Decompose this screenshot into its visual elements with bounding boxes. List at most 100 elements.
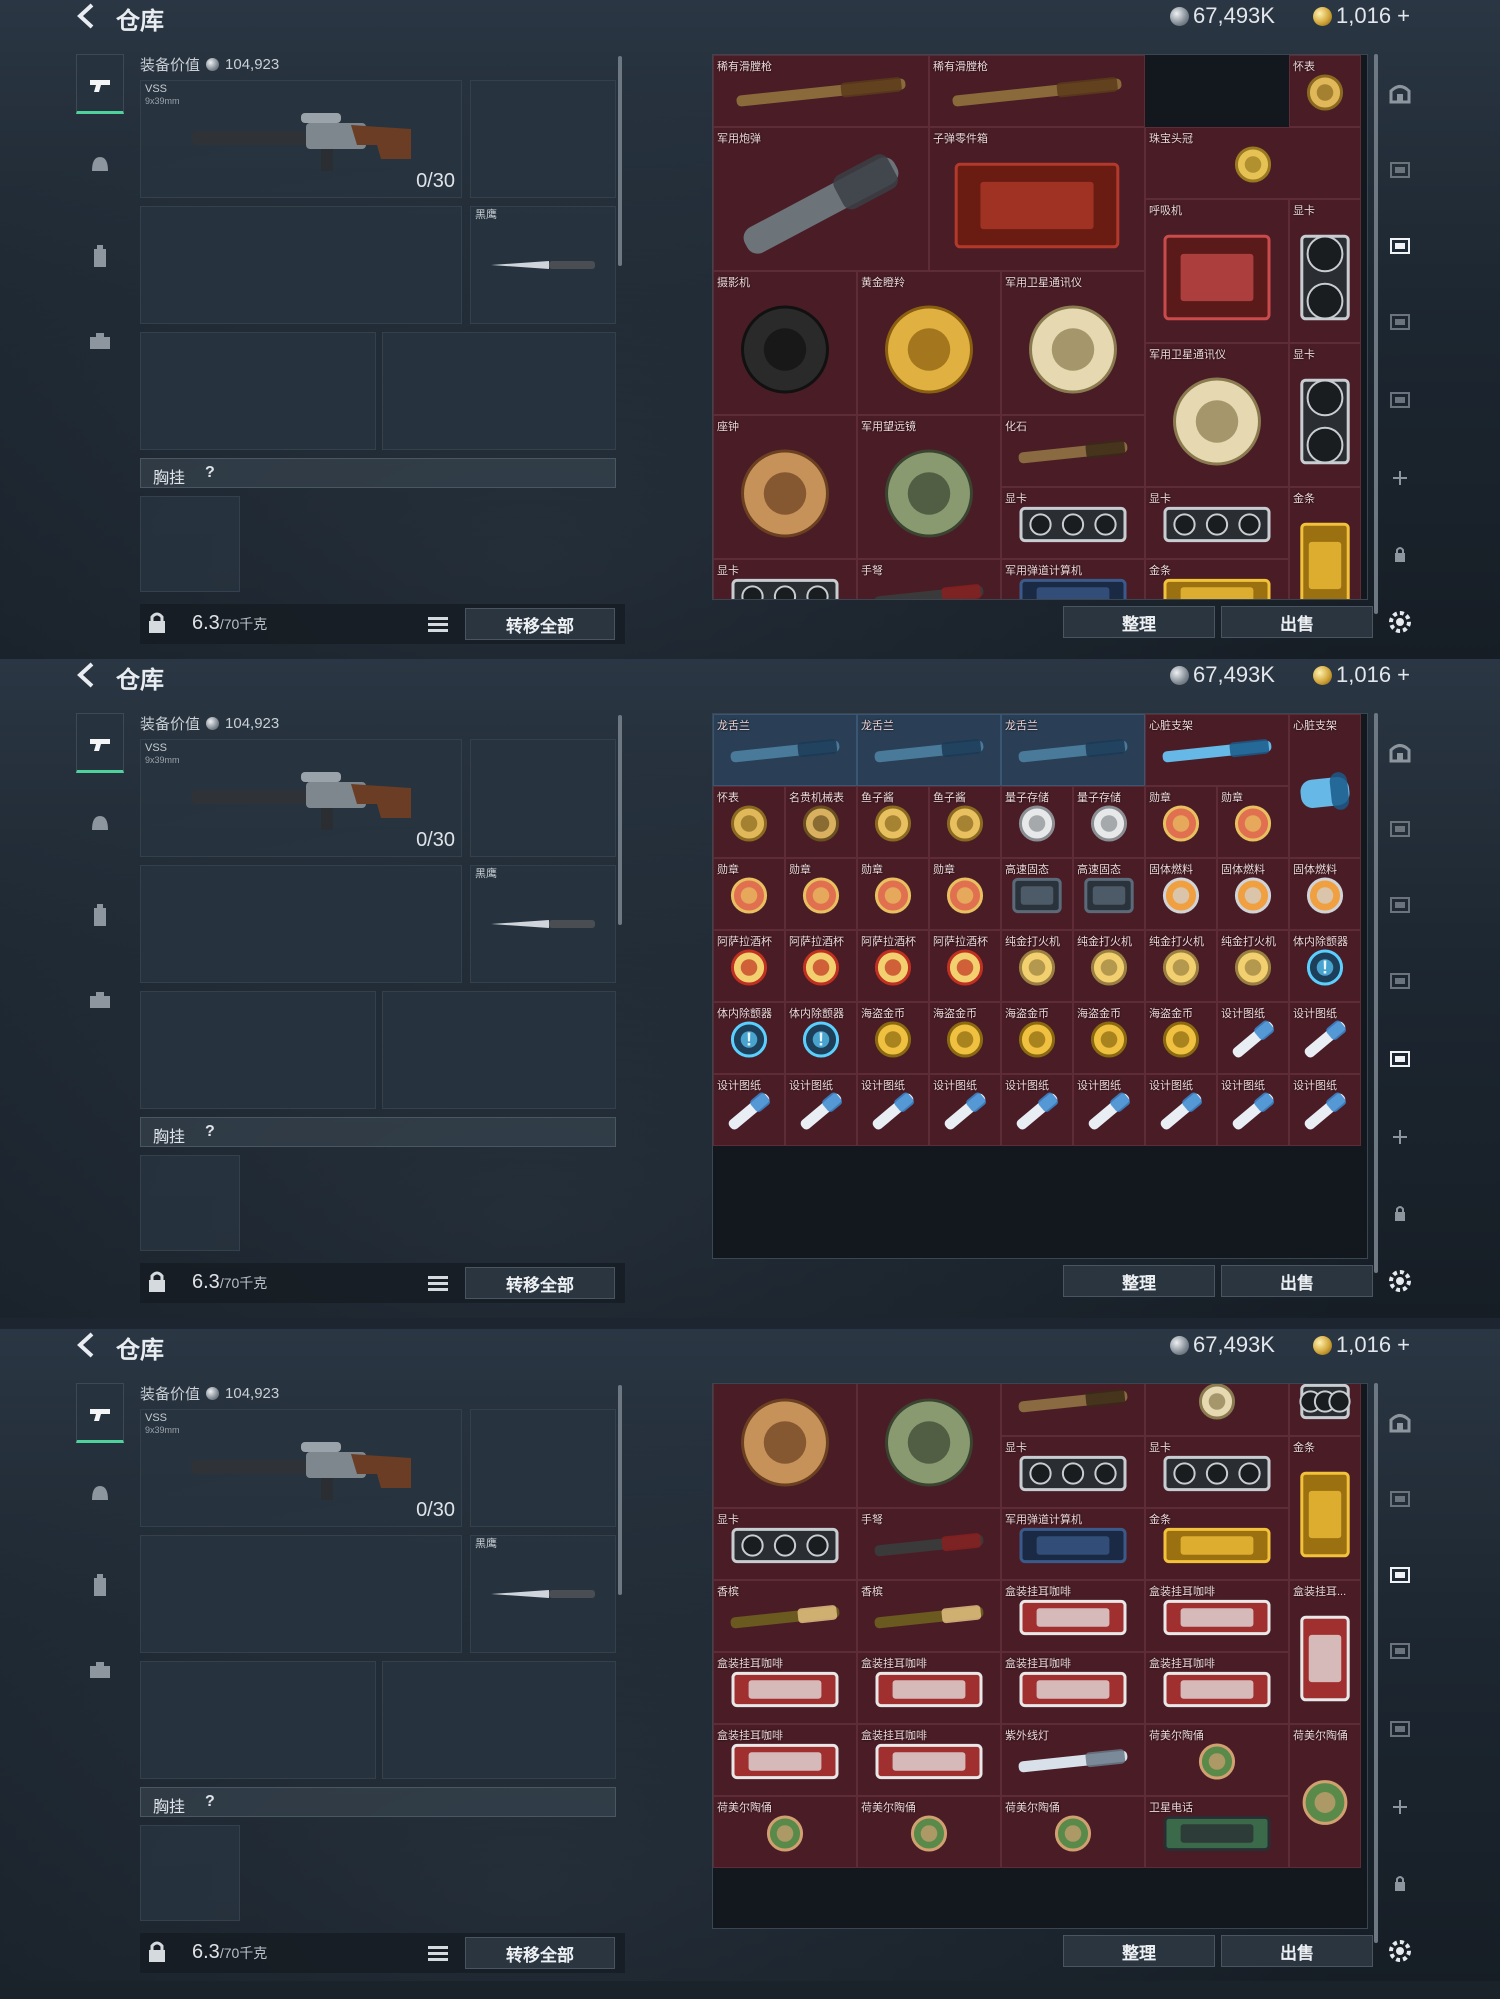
storage-tab-5-button[interactable] (1382, 382, 1418, 418)
item-cell[interactable]: 海盗金币 (1001, 1002, 1073, 1074)
gold-currency[interactable]: 1,016 + (1313, 3, 1410, 29)
item-cell[interactable]: 设计图纸 (857, 1074, 929, 1146)
transfer-all-button[interactable]: 转移全部 (465, 1937, 615, 1969)
storage-tab-4-button[interactable] (1382, 304, 1418, 340)
helmet-slot[interactable] (140, 991, 376, 1109)
item-cell[interactable]: 显卡 (1145, 1436, 1289, 1508)
transfer-all-button[interactable]: 转移全部 (465, 1267, 615, 1299)
item-cell[interactable]: 量子存储 (1001, 786, 1073, 858)
back-button[interactable] (72, 2, 102, 30)
item-cell[interactable]: 盒装挂耳咖啡 (713, 1652, 857, 1724)
item-cell[interactable]: 龙舌兰 (713, 714, 857, 786)
grid-scrollbar[interactable] (1374, 54, 1378, 614)
item-cell[interactable]: 显卡 (1001, 1436, 1145, 1508)
melee-slot[interactable]: 黑鹰 (470, 1535, 616, 1653)
vault-button[interactable] (1382, 76, 1418, 112)
gold-currency[interactable]: 1,016 + (1313, 662, 1410, 688)
case-tab[interactable] (76, 310, 124, 370)
item-cell[interactable]: 体内除颤器! (1289, 930, 1361, 1002)
item-cell[interactable]: 显卡 (1289, 199, 1361, 343)
item-cell[interactable]: 显卡 (713, 1508, 857, 1580)
item-cell[interactable]: 盒装挂耳咖啡 (857, 1652, 1001, 1724)
item-cell[interactable]: 设计图纸 (1073, 1074, 1145, 1146)
item-cell[interactable]: 阿萨拉酒杯 (857, 930, 929, 1002)
item-cell[interactable]: 盒装挂耳咖啡 (1001, 1580, 1145, 1652)
item-cell[interactable]: 纯金打火机 (1217, 930, 1289, 1002)
secondary-weapon-slot[interactable] (140, 865, 462, 983)
silver-currency[interactable]: 67,493K (1170, 3, 1275, 29)
item-cell[interactable]: 珠宝头冠 (1145, 127, 1361, 199)
item-cell[interactable]: 海盗金币 (1145, 1002, 1217, 1074)
sort-button[interactable]: 整理 (1063, 606, 1215, 638)
loadout-scrollbar[interactable] (618, 715, 622, 925)
item-cell[interactable]: 金条 (1145, 559, 1289, 599)
chest-rig-slot[interactable] (140, 1155, 240, 1251)
item-cell[interactable]: 盒装挂耳... (1289, 1580, 1361, 1724)
item-cell[interactable]: 设计图纸 (929, 1074, 1001, 1146)
item-cell[interactable]: 固体燃料 (1289, 858, 1361, 930)
item-cell[interactable]: 香槟 (713, 1580, 857, 1652)
primary-weapon-slot[interactable]: VSS 9x39mm 0/30 (140, 739, 462, 857)
item-cell[interactable]: 荷美尔陶俑 (857, 1796, 1001, 1868)
item-cell[interactable]: 稀有滑膛枪 (713, 55, 929, 127)
item-cell[interactable]: 高速固态 (1073, 858, 1145, 930)
storage-tab-2-button[interactable] (1382, 1481, 1418, 1517)
item-cell[interactable]: 盒装挂耳咖啡 (713, 1724, 857, 1796)
item-cell[interactable]: 盒装挂耳咖啡 (1145, 1580, 1289, 1652)
item-cell[interactable]: 稀有滑膛枪 (929, 55, 1145, 127)
item-cell[interactable]: 化石 (1001, 415, 1145, 487)
help-icon[interactable]: ? (205, 1793, 215, 1811)
chest-rig-slot[interactable] (140, 496, 240, 592)
chest-rig-slot[interactable] (140, 1825, 240, 1921)
settings-button[interactable] (1382, 604, 1418, 640)
item-cell[interactable]: 鱼子酱 (857, 786, 929, 858)
storage-tab-3-button[interactable] (1382, 228, 1418, 264)
item-cell[interactable]: 黄金瞪羚 (857, 271, 1001, 415)
item-cell[interactable]: 固体燃料 (1145, 858, 1217, 930)
loadout-scrollbar[interactable] (618, 56, 622, 266)
item-cell[interactable]: 荷美尔陶俑 (1145, 1724, 1289, 1796)
item-cell[interactable]: 设计图纸 (1001, 1074, 1073, 1146)
item-cell[interactable]: 呼吸机 (1145, 199, 1289, 343)
weapon-tab[interactable] (76, 54, 124, 114)
silver-currency[interactable]: 67,493K (1170, 662, 1275, 688)
melee-slot[interactable]: 黑鹰 (470, 865, 616, 983)
storage-tab-2-button[interactable] (1382, 811, 1418, 847)
item-cell[interactable]: 盒装挂耳咖啡 (1001, 1652, 1145, 1724)
item-cell[interactable]: 设计图纸 (1217, 1074, 1289, 1146)
item-cell[interactable]: 勋章 (785, 858, 857, 930)
backpack-tab[interactable] (76, 1555, 124, 1615)
lock-button[interactable] (1382, 1865, 1418, 1901)
add-currency-icon[interactable]: + (1397, 3, 1410, 29)
helmet-slot[interactable] (140, 1661, 376, 1779)
settings-button[interactable] (1382, 1263, 1418, 1299)
item-cell[interactable]: 高速固态 (1001, 858, 1073, 930)
item-cell[interactable]: 阿萨拉酒杯 (929, 930, 1001, 1002)
item-cell[interactable]: 手弩 (857, 559, 1001, 599)
storage-tab-3-button[interactable] (1382, 1557, 1418, 1593)
lock-button[interactable] (1382, 536, 1418, 572)
list-view-icon[interactable] (425, 612, 451, 636)
item-cell[interactable]: 军用望远镜 (857, 1384, 1001, 1508)
item-cell[interactable]: 设计图纸 (1217, 1002, 1289, 1074)
item-cell[interactable]: 荷美尔陶俑 (713, 1796, 857, 1868)
item-cell[interactable]: 怀表 (1289, 55, 1361, 127)
item-cell[interactable]: 座钟 (713, 1384, 857, 1508)
item-cell[interactable]: 金条 (1289, 487, 1361, 599)
item-cell[interactable]: 龙舌兰 (1001, 714, 1145, 786)
item-cell[interactable]: 军用弹道计算机 (1001, 1508, 1145, 1580)
grid-scrollbar[interactable] (1374, 713, 1378, 1273)
lock-icon[interactable] (146, 1940, 168, 1964)
item-cell[interactable]: 勋章 (713, 858, 785, 930)
item-cell[interactable]: 摄影机 (713, 271, 857, 415)
back-button[interactable] (72, 661, 102, 689)
list-view-icon[interactable] (425, 1941, 451, 1965)
item-cell[interactable]: 荷美尔陶俑 (1001, 1796, 1145, 1868)
item-cell[interactable]: 海盗金币 (857, 1002, 929, 1074)
item-cell[interactable]: 海盗金币 (929, 1002, 1001, 1074)
weapon-tab[interactable] (76, 1383, 124, 1443)
item-cell[interactable]: 固体燃料 (1217, 858, 1289, 930)
helmet-tab[interactable] (76, 134, 124, 194)
primary-weapon-slot[interactable]: VSS 9x39mm 0/30 (140, 1409, 462, 1527)
sidearm-slot[interactable] (470, 1409, 616, 1527)
